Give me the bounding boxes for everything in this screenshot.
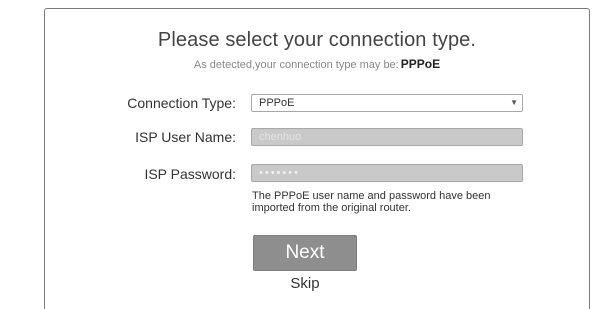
isp-password-value: •••••••: [259, 167, 300, 179]
isp-username-label: ISP User Name:: [135, 129, 236, 145]
connection-type-label: Connection Type:: [127, 95, 236, 111]
connection-type-select[interactable]: PPPoE ▼: [251, 94, 523, 112]
isp-password-input[interactable]: •••••••: [251, 164, 523, 182]
isp-username-input[interactable]: chenhuo: [251, 128, 523, 146]
connection-setup-panel: Please select your connection type. As d…: [44, 8, 590, 309]
chevron-down-icon: ▼: [510, 98, 518, 107]
next-button[interactable]: Next: [253, 235, 357, 271]
title-text: Please select your connection type: [157, 29, 471, 51]
detected-connection-hint: As detected,your connection type may be:…: [45, 57, 589, 71]
isp-password-label: ISP Password:: [144, 166, 236, 182]
import-note: The PPPoE user name and password have be…: [252, 190, 491, 214]
skip-link[interactable]: Skip: [253, 275, 357, 292]
page-title: Please select your connection type.: [45, 29, 589, 52]
detected-connection-type: PPPoE: [400, 57, 441, 71]
connection-type-value: PPPoE: [259, 97, 295, 109]
detected-prefix: As detected,your connection type may be:: [193, 59, 399, 71]
title-suffix: .: [470, 29, 477, 51]
isp-username-value: chenhuo: [259, 131, 302, 143]
